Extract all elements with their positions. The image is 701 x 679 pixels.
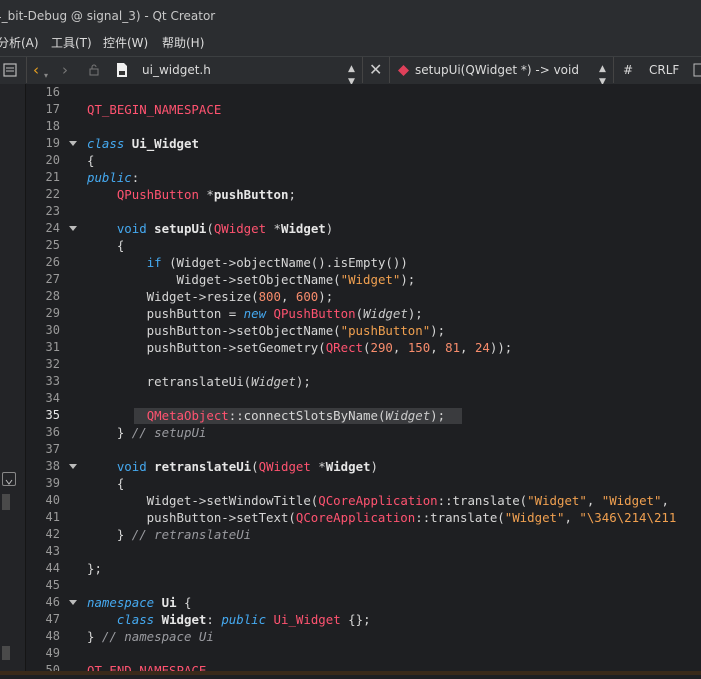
line-number[interactable]: 41 xyxy=(20,509,60,526)
code-line[interactable]: { xyxy=(87,475,124,492)
line-number[interactable]: 42 xyxy=(20,526,60,543)
line-number[interactable]: 49 xyxy=(20,645,60,662)
code-line[interactable]: QT_BEGIN_NAMESPACE xyxy=(87,101,221,118)
line-number[interactable]: 34 xyxy=(20,390,60,407)
collapse-pane-icon[interactable] xyxy=(2,472,16,486)
code-line[interactable]: Widget->setObjectName("Widget"); xyxy=(87,271,416,288)
code-line[interactable]: }; xyxy=(87,560,102,577)
code-line[interactable]: Widget->resize(800, 600); xyxy=(87,288,334,305)
line-number[interactable]: 28 xyxy=(20,288,60,305)
line-number[interactable]: 26 xyxy=(20,254,60,271)
line-number[interactable]: 37 xyxy=(20,441,60,458)
line-number[interactable]: 47 xyxy=(20,611,60,628)
line-number[interactable]: 17 xyxy=(20,101,60,118)
code-line[interactable]: { xyxy=(87,152,94,169)
line-number[interactable]: 23 xyxy=(20,203,60,220)
code-line[interactable]: QMetaObject::connectSlotsByName(Widget); xyxy=(87,407,445,424)
line-number[interactable]: 25 xyxy=(20,237,60,254)
code-line[interactable]: pushButton = new QPushButton(Widget); xyxy=(87,305,423,322)
toggle-sidebar-icon[interactable] xyxy=(3,57,17,86)
code-line[interactable]: class Ui_Widget xyxy=(87,135,199,152)
menu-bar: 分析(A) 工具(T) 控件(W) 帮助(H) xyxy=(0,33,701,56)
line-number[interactable]: 16 xyxy=(20,84,60,101)
menu-analyze[interactable]: 分析(A) xyxy=(0,33,39,53)
code-line[interactable]: } // namespace Ui xyxy=(87,628,214,645)
code-editor[interactable]: QT_BEGIN_NAMESPACE class Ui_Widget{public… xyxy=(80,84,701,675)
fold-marker-icon[interactable] xyxy=(69,141,77,146)
code-line[interactable]: if (Widget->objectName().isEmpty()) xyxy=(87,254,408,271)
line-number[interactable]: 21 xyxy=(20,169,60,186)
line-number[interactable]: 27 xyxy=(20,271,60,288)
pane-scrollbar-upper[interactable] xyxy=(2,494,10,510)
line-number[interactable]: 22 xyxy=(20,186,60,203)
line-number[interactable]: 29 xyxy=(20,305,60,322)
code-line[interactable]: namespace Ui { xyxy=(87,594,191,611)
line-number[interactable]: 35 xyxy=(20,407,60,424)
menu-tools[interactable]: 工具(T) xyxy=(51,33,92,53)
line-number[interactable]: 39 xyxy=(20,475,60,492)
line-number[interactable]: 36 xyxy=(20,424,60,441)
code-line[interactable]: pushButton->setText(QCoreApplication::tr… xyxy=(87,509,677,526)
close-file-icon[interactable]: ✕ xyxy=(369,57,382,83)
pane-scrollbar-lower[interactable] xyxy=(2,646,10,660)
code-line[interactable]: void setupUi(QWidget *Widget) xyxy=(87,220,333,237)
file-icon xyxy=(116,57,128,86)
fold-marker-icon[interactable] xyxy=(69,464,77,469)
line-number[interactable]: 24 xyxy=(20,220,60,237)
code-line[interactable]: pushButton->setGeometry(QRect(290, 150, … xyxy=(87,339,513,356)
window-title: 4_bit-Debug @ signal_3) - Qt Creator xyxy=(0,9,216,23)
line-ending-selector[interactable]: CRLF xyxy=(649,57,679,83)
fold-marker-icon[interactable] xyxy=(69,600,77,605)
line-number[interactable]: 43 xyxy=(20,543,60,560)
line-number[interactable]: 44 xyxy=(20,560,60,577)
line-number[interactable]: 48 xyxy=(20,628,60,645)
line-number[interactable]: 38 xyxy=(20,458,60,475)
code-line[interactable]: Widget->setWindowTitle(QCoreApplication:… xyxy=(87,492,669,509)
fold-marker-icon[interactable] xyxy=(69,226,77,231)
line-number-gutter: 16 17 18 19 20 21 22 23 24 25 26 27 28 29 30 31 32 33 34 35… xyxy=(26,84,80,677)
split-view-icon[interactable] xyxy=(693,57,701,86)
title-bar: 4_bit-Debug @ signal_3) - Qt Creator xyxy=(0,0,701,33)
line-number[interactable]: 31 xyxy=(20,339,60,356)
code-line[interactable]: void retranslateUi(QWidget *Widget) xyxy=(87,458,378,475)
menu-help[interactable]: 帮助(H) xyxy=(162,33,204,53)
code-line[interactable]: public: xyxy=(87,169,139,186)
line-number[interactable]: 20 xyxy=(20,152,60,169)
code-line[interactable]: { xyxy=(87,237,124,254)
code-line[interactable]: QPushButton *pushButton; xyxy=(87,186,296,203)
line-number[interactable]: 45 xyxy=(20,577,60,594)
line-number[interactable]: 40 xyxy=(20,492,60,509)
bottom-border xyxy=(0,671,701,675)
symbol-icon xyxy=(398,57,409,85)
code-line[interactable]: } // setupUi xyxy=(87,424,207,441)
code-line[interactable]: class Widget: public Ui_Widget {}; xyxy=(87,611,371,628)
back-arrow-icon[interactable]: ‹ xyxy=(33,57,39,83)
file-name[interactable]: ui_widget.h xyxy=(142,57,211,83)
line-number[interactable]: 46 xyxy=(20,594,60,611)
line-number[interactable]: 32 xyxy=(20,356,60,373)
code-line[interactable]: } // retranslateUi xyxy=(87,526,251,543)
hash-label[interactable]: # xyxy=(623,57,633,83)
editor-toolbar: ‹ ▾ › ui_widget.h ▲ ▼ ✕ setupUi(QWidget *… xyxy=(0,56,701,87)
code-line[interactable]: retranslateUi(Widget); xyxy=(87,373,311,390)
lock-icon[interactable] xyxy=(88,57,100,85)
line-number[interactable]: 30 xyxy=(20,322,60,339)
forward-arrow-icon[interactable]: › xyxy=(62,57,68,83)
code-line[interactable]: pushButton->setObjectName("pushButton"); xyxy=(87,322,445,339)
line-number[interactable]: 33 xyxy=(20,373,60,390)
menu-controls[interactable]: 控件(W) xyxy=(103,33,148,53)
line-number[interactable]: 19 xyxy=(20,135,60,152)
symbol-selector[interactable]: setupUi(QWidget *) -> void xyxy=(415,57,579,83)
line-number[interactable]: 18 xyxy=(20,118,60,135)
